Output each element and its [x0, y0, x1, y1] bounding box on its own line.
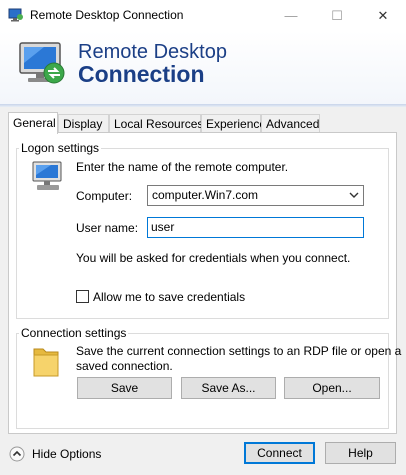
tab-general[interactable]: General	[8, 112, 58, 134]
header-banner: Remote Desktop Connection	[0, 31, 406, 104]
tab-experience[interactable]: Experience	[201, 114, 266, 132]
minimize-button[interactable]: —	[268, 0, 314, 31]
save-credentials-checkbox[interactable]	[76, 290, 89, 303]
chevron-down-icon	[349, 192, 359, 198]
computer-icon	[32, 161, 62, 190]
save-button[interactable]: Save	[77, 377, 172, 399]
window-title: Remote Desktop Connection	[30, 8, 184, 22]
computer-label: Computer:	[76, 189, 133, 203]
connect-button[interactable]: Connect	[244, 442, 315, 464]
logon-prompt: Enter the name of the remote computer.	[76, 160, 289, 174]
open-button[interactable]: Open...	[284, 377, 380, 399]
connection-description-line2: saved connection.	[76, 359, 173, 373]
banner-separator	[0, 104, 406, 107]
title-bar: Remote Desktop Connection — ☐ ✕	[0, 0, 406, 32]
tab-advanced[interactable]: Advanced	[261, 114, 320, 132]
close-button[interactable]: ✕	[360, 0, 406, 31]
hide-options-link[interactable]: Hide Options	[32, 447, 101, 461]
tab-display[interactable]: Display	[58, 114, 109, 132]
computer-value: computer.Win7.com	[152, 188, 259, 202]
save-credentials-label[interactable]: Allow me to save credentials	[93, 290, 245, 304]
chevron-up-icon[interactable]	[9, 446, 25, 462]
tab-local-resources[interactable]: Local Resources	[109, 114, 203, 132]
save-as-button[interactable]: Save As...	[181, 377, 276, 399]
maximize-button[interactable]: ☐	[314, 0, 360, 31]
username-value: user	[151, 220, 175, 234]
username-input[interactable]: user	[147, 217, 364, 238]
remote-desktop-logo-icon	[19, 42, 65, 84]
credentials-note: You will be asked for credentials when y…	[76, 251, 351, 265]
connection-settings-label: Connection settings	[19, 326, 129, 340]
folder-icon	[33, 348, 59, 377]
help-button[interactable]: Help	[325, 442, 396, 464]
remote-desktop-app-icon	[8, 8, 23, 22]
computer-combobox[interactable]: computer.Win7.com	[147, 185, 364, 206]
banner-title-line2: Connection	[78, 61, 205, 87]
general-tab-panel: Logon settings Enter the name of the rem…	[8, 132, 401, 434]
username-label: User name:	[76, 221, 139, 235]
connection-description-line1: Save the current connection settings to …	[76, 344, 402, 358]
logon-settings-label: Logon settings	[19, 141, 102, 155]
